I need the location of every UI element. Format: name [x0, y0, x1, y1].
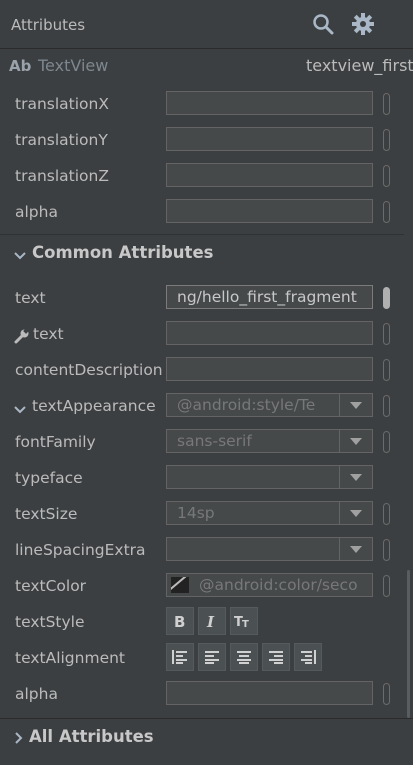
tools-text-field[interactable]: [166, 321, 373, 345]
attr-label: alpha: [15, 203, 58, 221]
alpha-field[interactable]: [166, 681, 373, 705]
color-swatch-icon[interactable]: [171, 577, 189, 593]
text-alignment-buttons: [166, 643, 322, 671]
attr-row-translationy: translationY: [0, 122, 413, 158]
scrollbar-thumb[interactable]: [407, 570, 410, 718]
resource-picker-button[interactable]: [383, 431, 390, 453]
attr-label: textAppearance: [32, 397, 156, 415]
line-spacing-extra-dropdown[interactable]: [166, 537, 373, 561]
attr-row-translationx: translationX: [0, 86, 413, 122]
attr-row-textstyle: textStyle B I TT: [0, 604, 413, 640]
resource-picker-button[interactable]: [383, 287, 390, 309]
text-size-dropdown[interactable]: 14sp: [166, 501, 373, 525]
attr-label: text: [33, 325, 64, 343]
all-caps-icon[interactable]: TT: [230, 607, 258, 635]
textview-type-icon: Ab: [9, 57, 32, 75]
attr-row-typeface: typeface: [0, 460, 413, 496]
resource-picker-button[interactable]: [383, 575, 390, 597]
dropdown-arrow-icon[interactable]: [339, 538, 372, 560]
attr-row-fontfamily: fontFamily sans-serif: [0, 424, 413, 460]
chevron-down-icon[interactable]: [14, 401, 26, 414]
chevron-down-icon: [13, 248, 27, 260]
attr-row-linespacingextra: lineSpacingExtra: [0, 532, 413, 568]
gear-icon[interactable]: [351, 12, 375, 36]
dropdown-arrow-icon[interactable]: [339, 430, 372, 452]
attr-label: translationZ: [15, 167, 109, 185]
align-left-icon[interactable]: [198, 643, 226, 671]
attr-label: fontFamily: [15, 433, 96, 451]
dropdown-value: 14sp: [177, 504, 215, 522]
attr-row-tools-text: text: [0, 316, 413, 352]
search-icon[interactable]: [311, 12, 335, 36]
align-right-icon[interactable]: [262, 643, 290, 671]
dropdown-value: @android:style/Te: [177, 396, 316, 414]
font-family-dropdown[interactable]: sans-serif: [166, 429, 373, 453]
alpha-field[interactable]: [166, 199, 373, 223]
attr-row-text: text ng/hello_first_fragment: [0, 280, 413, 316]
attr-row-translationz: translationZ: [0, 158, 413, 194]
dropdown-value: sans-serif: [177, 432, 252, 450]
component-type: TextView: [38, 56, 109, 75]
translationz-field[interactable]: [166, 163, 373, 187]
attr-row-textcolor: textColor @android:color/seco: [0, 568, 413, 604]
panel-title: Attributes: [11, 16, 86, 34]
dropdown-arrow-icon[interactable]: [339, 394, 372, 416]
content-description-field[interactable]: [166, 357, 373, 381]
wrench-icon: [14, 328, 30, 344]
translationx-field[interactable]: [166, 91, 373, 115]
text-color-field[interactable]: @android:color/seco: [166, 573, 373, 597]
section-all-attributes[interactable]: All Attributes: [0, 718, 413, 755]
section-title: Common Attributes: [32, 243, 214, 262]
attr-row-alpha: alpha: [0, 194, 413, 230]
resource-picker-button[interactable]: [383, 359, 390, 381]
section-title: All Attributes: [29, 727, 154, 746]
text-style-buttons: B I TT: [166, 607, 258, 635]
align-text-start-icon[interactable]: [166, 643, 194, 671]
text-appearance-dropdown[interactable]: @android:style/Te: [166, 393, 373, 417]
attr-label: translationX: [15, 95, 109, 113]
attr-label: contentDescription: [15, 361, 163, 379]
chevron-right-icon: [13, 731, 27, 744]
attr-label: lineSpacingExtra: [15, 541, 146, 559]
bold-icon[interactable]: B: [166, 607, 194, 635]
panel-header: Attributes: [0, 0, 413, 49]
attr-label: translationY: [15, 131, 108, 149]
field-value: @android:color/seco: [199, 576, 358, 594]
resource-picker-button[interactable]: [383, 683, 390, 705]
typeface-dropdown[interactable]: [166, 465, 373, 489]
text-field[interactable]: ng/hello_first_fragment: [166, 285, 373, 309]
attr-label: textSize: [15, 505, 78, 523]
attr-row-textappearance: textAppearance @android:style/Te: [0, 388, 413, 424]
attr-label: textStyle: [15, 613, 85, 631]
component-header: Ab TextView textview_first: [0, 49, 413, 85]
attr-label: alpha: [15, 685, 58, 703]
attr-label: text: [15, 289, 46, 307]
resource-picker-button[interactable]: [383, 395, 390, 417]
svg-text:I: I: [206, 613, 215, 629]
resource-picker-button[interactable]: [383, 201, 390, 223]
align-text-end-icon[interactable]: [294, 643, 322, 671]
component-id[interactable]: textview_first: [306, 56, 413, 75]
svg-text:B: B: [174, 613, 185, 629]
italic-icon[interactable]: I: [198, 607, 226, 635]
resource-picker-button[interactable]: [383, 93, 390, 115]
dropdown-arrow-icon[interactable]: [339, 502, 372, 524]
svg-text:T: T: [242, 619, 249, 629]
resource-picker-button[interactable]: [383, 539, 390, 561]
resource-picker-button[interactable]: [383, 503, 390, 525]
attr-label: textColor: [15, 577, 87, 595]
attr-row-textsize: textSize 14sp: [0, 496, 413, 532]
attr-row-textalignment: textAlignment: [0, 640, 413, 676]
resource-picker-button[interactable]: [383, 165, 390, 187]
resource-picker-button[interactable]: [383, 323, 390, 345]
attr-row-alpha-common: alpha: [0, 676, 413, 712]
attr-label: textAlignment: [15, 649, 126, 667]
section-common-attributes[interactable]: Common Attributes: [0, 234, 413, 271]
attr-label: typeface: [15, 469, 83, 487]
resource-picker-button[interactable]: [383, 129, 390, 151]
attr-row-contentdescription: contentDescription: [0, 352, 413, 388]
translationy-field[interactable]: [166, 127, 373, 151]
dropdown-arrow-icon[interactable]: [339, 466, 372, 488]
align-center-icon[interactable]: [230, 643, 258, 671]
